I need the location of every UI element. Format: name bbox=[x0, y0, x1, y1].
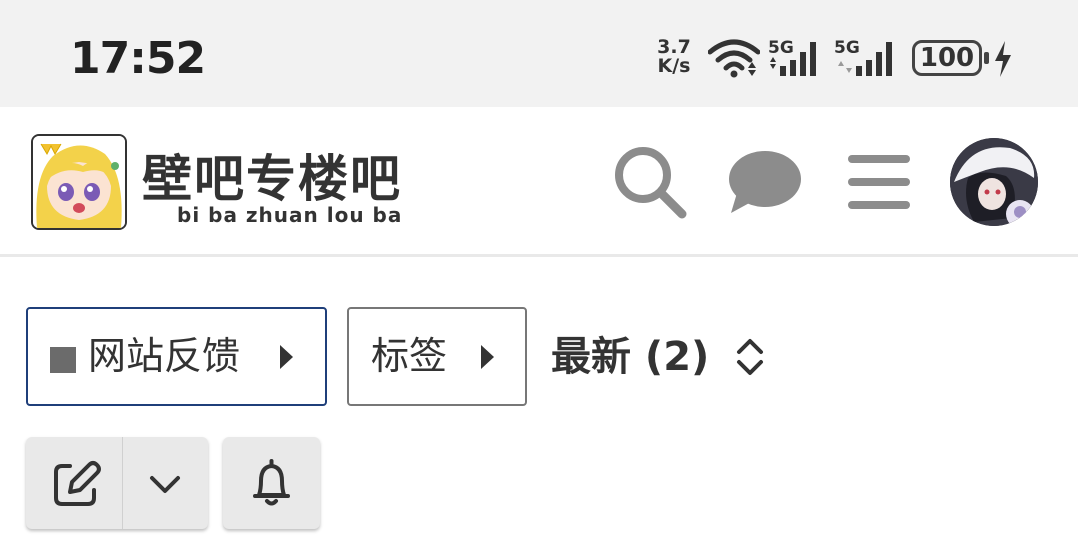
create-topic-button[interactable] bbox=[26, 437, 122, 529]
category-color-swatch bbox=[50, 347, 76, 373]
bell-icon bbox=[253, 459, 290, 506]
battery-cap bbox=[984, 52, 989, 64]
logo-mascot-image bbox=[33, 136, 125, 228]
sort-updown-icon[interactable] bbox=[734, 337, 766, 377]
tags-label: 标签 bbox=[371, 334, 448, 378]
user-avatar[interactable] bbox=[950, 138, 1038, 226]
create-topic-options-button[interactable] bbox=[123, 437, 208, 529]
category-dropdown-button[interactable]: 网站反馈 bbox=[26, 307, 327, 406]
notifications-button[interactable] bbox=[223, 437, 320, 529]
category-label: 网站反馈 bbox=[88, 334, 241, 378]
chat-icon[interactable] bbox=[727, 149, 803, 215]
signal-bars-icon bbox=[838, 42, 892, 76]
signal-bars-icon bbox=[770, 42, 816, 76]
caret-right-icon bbox=[280, 345, 293, 369]
site-subtitle: bi ba zhuan lou ba bbox=[177, 203, 403, 227]
sort-selector[interactable]: 最新 (2) bbox=[551, 327, 709, 387]
caret-right-icon bbox=[481, 345, 494, 369]
search-icon[interactable] bbox=[612, 144, 690, 220]
site-logo[interactable] bbox=[31, 134, 127, 230]
network-speed: 3.7 K/s bbox=[650, 38, 698, 76]
tags-dropdown-button[interactable]: 标签 bbox=[347, 307, 527, 406]
network-speed-unit: K/s bbox=[657, 55, 691, 77]
wifi-icon bbox=[708, 39, 760, 78]
battery-indicator: 100 bbox=[912, 40, 982, 76]
avatar-image bbox=[950, 138, 1038, 226]
battery-level: 100 bbox=[919, 43, 975, 73]
create-topic-button-group bbox=[26, 437, 208, 529]
edit-icon bbox=[54, 461, 101, 506]
site-title[interactable]: 壁吧专楼吧 bbox=[142, 151, 402, 207]
cellular-signal-1: 5G bbox=[768, 38, 828, 78]
status-bar: 17:52 3.7 K/s 5G 5G 100 bbox=[0, 0, 1078, 107]
site-header: 壁吧专楼吧 bi ba zhuan lou ba bbox=[0, 107, 1078, 257]
charging-icon bbox=[995, 41, 1011, 77]
cellular-signal-2: 5G bbox=[834, 38, 898, 78]
chevron-down-icon bbox=[150, 476, 180, 493]
menu-icon[interactable] bbox=[847, 153, 911, 211]
clock: 17:52 bbox=[70, 33, 206, 84]
